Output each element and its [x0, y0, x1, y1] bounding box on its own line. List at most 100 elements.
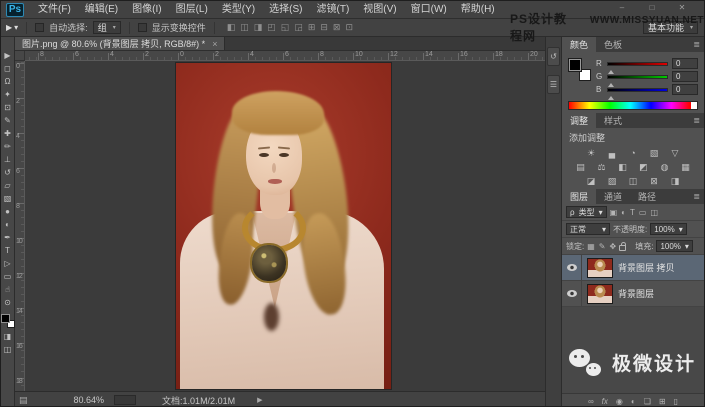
menu-item[interactable]: 文件(F)	[31, 1, 78, 18]
panel-tab[interactable]: 图层	[562, 189, 597, 204]
healing-brush-tool[interactable]: ✚	[1, 127, 15, 140]
adjustment-icon[interactable]: ◧	[616, 161, 630, 173]
pen-tool[interactable]: ✒	[1, 231, 15, 244]
layer-thumbnail[interactable]	[587, 283, 613, 304]
brush-tool[interactable]: ✏	[1, 140, 15, 153]
history-panel-button[interactable]: ↺	[547, 47, 560, 66]
adjustment-icon[interactable]: ◫	[626, 175, 640, 187]
opacity-dropdown[interactable]: 100% ▾	[650, 223, 687, 235]
auto-select-dropdown[interactable]: 组 ▾	[92, 21, 121, 34]
properties-panel-button[interactable]: ☰	[547, 75, 560, 94]
lasso-tool[interactable]: Ω	[1, 75, 15, 88]
panel-tab[interactable]: 通道	[596, 189, 630, 204]
eye-icon[interactable]	[566, 290, 577, 297]
adjustment-icon[interactable]: ◔	[626, 147, 640, 159]
channel-slider[interactable]	[607, 74, 668, 87]
menu-item[interactable]: 图层(L)	[169, 1, 215, 18]
adjustment-icon[interactable]: ▦	[679, 161, 693, 173]
align-icon[interactable]: ◨	[254, 22, 263, 33]
align-icon[interactable]: ⊟	[320, 22, 328, 33]
blur-tool[interactable]: ●	[1, 205, 15, 218]
layer-group-icon[interactable]: ❏	[644, 397, 651, 406]
menu-item[interactable]: 窗口(W)	[404, 1, 454, 18]
layer-row[interactable]: 背景图层	[562, 281, 704, 307]
filter-type-dropdown[interactable]: ρ 类型 ▾	[566, 206, 607, 218]
lock-option-icon[interactable]: ✎	[599, 242, 606, 251]
document-tab[interactable]: 图片.png @ 80.6% (背景图层 拷贝, RGB/8#) * ×	[15, 37, 226, 50]
adjustment-icon[interactable]: ⊠	[647, 175, 661, 187]
close-button[interactable]: ✕	[672, 2, 692, 13]
adjustment-icon[interactable]: ◩	[637, 161, 651, 173]
marquee-tool[interactable]: ◻	[1, 62, 15, 75]
channel-value-field[interactable]: 0	[672, 58, 698, 69]
align-icon[interactable]: ◱	[281, 22, 290, 33]
color-spectrum-bar[interactable]	[568, 101, 698, 110]
minimize-button[interactable]: –	[612, 2, 632, 13]
align-icon[interactable]: ⊞	[308, 22, 316, 33]
align-icon[interactable]: ◲	[294, 22, 303, 33]
menu-item[interactable]: 编辑(E)	[78, 1, 125, 18]
hand-tool[interactable]: ☝	[1, 283, 15, 296]
layer-filter-icon[interactable]: ▣	[610, 208, 618, 217]
panel-color-swatches[interactable]	[569, 59, 591, 81]
adjustment-icon[interactable]: ▧	[647, 147, 661, 159]
history-brush-tool[interactable]: ↺	[1, 166, 15, 179]
path-selection-tool[interactable]: ▷	[1, 257, 15, 270]
panel-tab[interactable]: 调整	[562, 113, 597, 128]
layer-mask-icon[interactable]: ◉	[616, 397, 623, 406]
align-icon[interactable]: ⊠	[333, 22, 341, 33]
status-expand-icon[interactable]: ▶	[257, 396, 262, 404]
channel-slider[interactable]	[607, 87, 668, 100]
panel-menu-icon[interactable]: ≣	[693, 113, 704, 128]
channel-value-field[interactable]: 0	[672, 84, 698, 95]
show-transform-checkbox[interactable]	[137, 23, 147, 32]
foreground-color-swatch[interactable]	[569, 59, 581, 71]
align-icon[interactable]: ⊡	[345, 22, 353, 33]
layer-filter-icon[interactable]: ◫	[650, 208, 658, 217]
delete-layer-icon[interactable]: ▯	[674, 397, 678, 406]
menu-item[interactable]: 帮助(H)	[454, 1, 502, 18]
link-layers-icon[interactable]: ∞	[588, 397, 594, 406]
foreground-color-swatch[interactable]	[1, 314, 10, 323]
move-tool[interactable]: ▶	[1, 49, 15, 62]
blend-mode-dropdown[interactable]: 正常 ▾	[566, 223, 610, 235]
menu-item[interactable]: 滤镜(T)	[310, 1, 357, 18]
lock-option-icon[interactable]: ▦	[587, 242, 595, 251]
quick-mask-button[interactable]: ◨	[1, 330, 15, 343]
visibility-cell[interactable]	[562, 281, 582, 306]
align-icon[interactable]: ◫	[240, 22, 249, 33]
color-swatches[interactable]	[1, 314, 15, 328]
channel-value-field[interactable]: 0	[672, 71, 698, 82]
panel-tab[interactable]: 样式	[596, 113, 630, 128]
clone-stamp-tool[interactable]: ⊥	[1, 153, 15, 166]
shape-tool[interactable]: ▭	[1, 270, 15, 283]
maximize-button[interactable]: □	[642, 2, 662, 13]
adjustment-icon[interactable]: ◍	[658, 161, 672, 173]
adjustment-icon[interactable]: ▄	[605, 147, 619, 159]
screen-mode-button[interactable]: ◫	[1, 343, 15, 356]
layer-thumbnail[interactable]	[587, 257, 613, 278]
tool-preset-arrow-icon[interactable]: ▾	[14, 23, 18, 32]
adjustment-layer-icon[interactable]: ◐	[631, 397, 636, 406]
crop-tool[interactable]: ⊡	[1, 101, 15, 114]
align-icon[interactable]: ◧	[227, 22, 236, 33]
eye-icon[interactable]	[566, 264, 577, 271]
layer-name[interactable]: 背景图层 拷贝	[618, 261, 675, 274]
layer-filter-icon[interactable]: T	[630, 208, 635, 217]
auto-select-checkbox[interactable]	[35, 23, 45, 32]
menu-item[interactable]: 视图(V)	[356, 1, 403, 18]
fill-dropdown[interactable]: 100% ▾	[656, 240, 693, 252]
eraser-tool[interactable]: ▱	[1, 179, 15, 192]
menu-item[interactable]: 选择(S)	[262, 1, 309, 18]
adjustment-icon[interactable]: ◨	[668, 175, 682, 187]
zoom-level[interactable]: 80.64%	[74, 395, 105, 405]
type-tool[interactable]: T	[1, 244, 15, 257]
adjustment-icon[interactable]: ⚖	[595, 161, 609, 173]
menu-item[interactable]: 图像(I)	[125, 1, 168, 18]
adjustment-icon[interactable]: ☀	[584, 147, 598, 159]
layer-style-icon[interactable]: fx	[602, 397, 608, 406]
menu-item[interactable]: 类型(Y)	[215, 1, 262, 18]
panel-menu-icon[interactable]: ≣	[693, 189, 704, 204]
eyedropper-tool[interactable]: ✎	[1, 114, 15, 127]
adjustment-icon[interactable]: ▽	[668, 147, 682, 159]
